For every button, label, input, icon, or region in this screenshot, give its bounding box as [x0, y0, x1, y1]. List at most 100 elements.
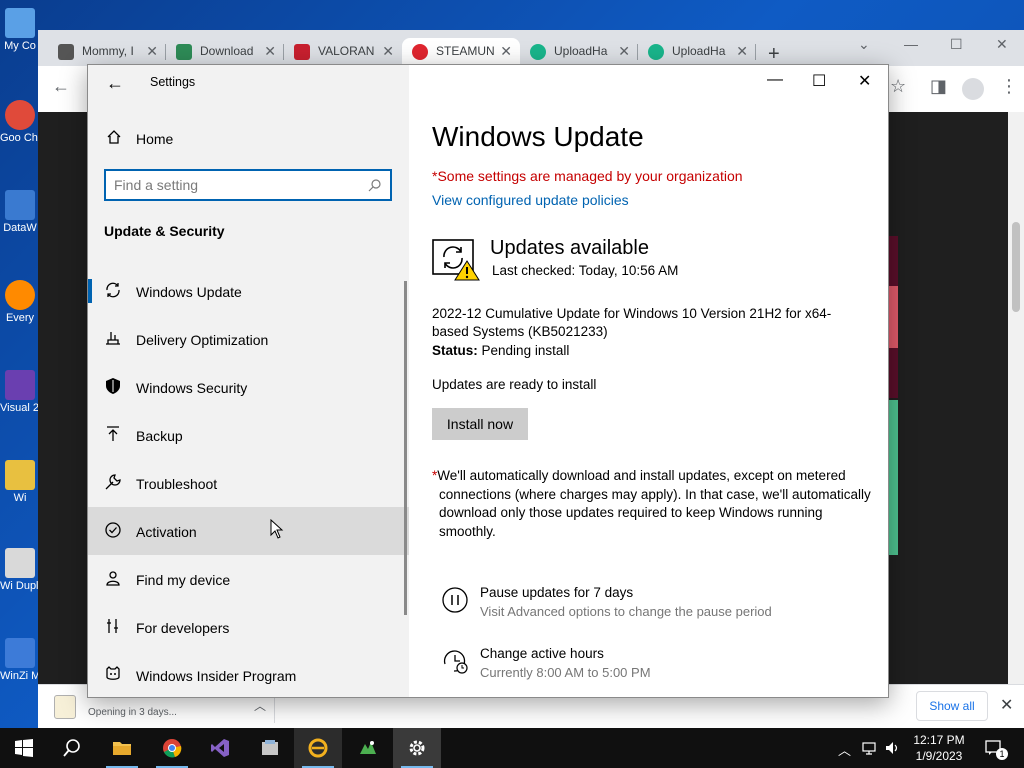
- nav-item-label: Backup: [136, 428, 183, 444]
- chrome-icon: [5, 100, 35, 130]
- desktop-icon-chrome[interactable]: Goo Chro: [0, 100, 40, 145]
- nav-item-find-my-device[interactable]: Find my device: [88, 555, 409, 603]
- close-icon[interactable]: ✕: [1000, 695, 1013, 715]
- winzip-icon: [5, 638, 35, 668]
- update-status: Status: Pending install: [432, 343, 569, 358]
- network-icon[interactable]: [862, 740, 878, 756]
- start-button[interactable]: [0, 728, 48, 768]
- taskbar-file-explorer[interactable]: [98, 728, 146, 768]
- page-scrollbar[interactable]: [1008, 112, 1024, 684]
- chrome-icon: [163, 739, 182, 758]
- computer-icon: [5, 8, 35, 38]
- download-status: Opening in 3 days...: [88, 707, 177, 718]
- taskbar-chrome[interactable]: [148, 728, 196, 768]
- internet-explorer-icon: [308, 738, 328, 758]
- desktop-icon-winzip[interactable]: WinZi Mar: [0, 638, 40, 683]
- nav-item-windows-insider[interactable]: Windows Insider Program: [88, 651, 409, 697]
- wrench-icon: [105, 474, 121, 490]
- minimize-icon[interactable]: —: [767, 71, 783, 89]
- browser-tab[interactable]: UploadHa ✕: [520, 38, 638, 66]
- nav-item-label: Find my device: [136, 572, 231, 588]
- browser-tab[interactable]: Download ✕: [166, 38, 284, 66]
- browser-tab[interactable]: UploadHa ✕: [638, 38, 756, 66]
- profile-avatar-icon[interactable]: [962, 78, 984, 100]
- nav-item-for-developers[interactable]: For developers: [88, 603, 409, 651]
- nav-item-label: For developers: [136, 620, 230, 636]
- clock-time: 12:17 PM: [913, 733, 965, 747]
- taskbar-settings[interactable]: [393, 728, 441, 768]
- bookmark-star-icon[interactable]: ☆: [890, 76, 906, 97]
- app-manager-icon: [262, 740, 278, 755]
- browser-tab[interactable]: Mommy, I ✕: [48, 38, 166, 66]
- tab-title: STEAMUN: [436, 44, 495, 58]
- taskbar-internet-explorer[interactable]: [294, 728, 342, 768]
- chevron-down-icon[interactable]: ⌄: [858, 36, 870, 53]
- browser-tab[interactable]: VALORAN ✕: [284, 38, 402, 66]
- status-value: Pending install: [481, 343, 570, 358]
- app-icon: [5, 190, 35, 220]
- desktop-icon-label: Every: [5, 312, 35, 324]
- taskbar-app-manager[interactable]: [246, 728, 294, 768]
- setting-search-box[interactable]: [104, 169, 392, 201]
- close-icon[interactable]: ✕: [996, 36, 1008, 53]
- favicon-icon: [58, 44, 74, 60]
- back-arrow-icon[interactable]: ←: [106, 73, 124, 94]
- search-app-icon: [5, 280, 35, 310]
- close-tab-icon[interactable]: ✕: [146, 38, 158, 64]
- desktop-icon-everything[interactable]: Every: [0, 280, 40, 325]
- search-input[interactable]: [114, 176, 364, 194]
- browser-tab-active[interactable]: STEAMUN ✕: [402, 38, 520, 66]
- chevron-up-icon[interactable]: ︿: [254, 697, 266, 714]
- nav-item-troubleshoot[interactable]: Troubleshoot: [88, 459, 409, 507]
- duplicate-icon: [5, 548, 35, 578]
- desktop-icon-my-computer[interactable]: My Co: [0, 8, 40, 53]
- view-policies-link[interactable]: View configured update policies: [432, 192, 629, 208]
- close-tab-icon[interactable]: ✕: [382, 38, 394, 64]
- volume-icon[interactable]: [885, 740, 901, 756]
- active-hours-option[interactable]: Change active hours Currently 8:00 AM to…: [442, 646, 862, 690]
- search-icon: [368, 179, 381, 192]
- note-text: We'll automatically download and install…: [437, 468, 871, 539]
- nav-item-windows-security[interactable]: Windows Security: [88, 363, 409, 411]
- desktop-icon-winrar[interactable]: Wi: [0, 460, 40, 505]
- side-panel-icon[interactable]: ◨: [930, 76, 947, 97]
- close-tab-icon[interactable]: ✕: [618, 38, 630, 64]
- close-tab-icon[interactable]: ✕: [264, 38, 276, 64]
- desktop-icon-label: Wi: [13, 492, 27, 504]
- taskbar-game-app[interactable]: [344, 728, 392, 768]
- close-tab-icon[interactable]: ✕: [500, 38, 512, 64]
- clock-date: 1/9/2023: [915, 749, 963, 763]
- insider-icon: [106, 666, 120, 680]
- more-menu-icon[interactable]: ⋮: [1000, 76, 1018, 97]
- nav-item-backup[interactable]: Backup: [88, 411, 409, 459]
- nav-home[interactable]: Home: [88, 123, 409, 155]
- favicon-icon: [176, 44, 192, 60]
- close-icon[interactable]: ✕: [858, 71, 871, 91]
- show-all-button[interactable]: Show all: [916, 691, 988, 721]
- nav-item-windows-update[interactable]: Windows Update: [88, 267, 409, 315]
- update-name: 2022-12 Cumulative Update for Windows 10…: [432, 306, 832, 339]
- desktop-icon-visual-studio[interactable]: Visual 20: [0, 370, 40, 415]
- nav-item-activation[interactable]: Activation: [88, 507, 409, 555]
- nav-item-label: Windows Security: [136, 380, 248, 396]
- desktop-icon-duplicate-finder[interactable]: Wi Duplic: [0, 548, 40, 593]
- desktop-icon-label: WinZi Mar: [0, 670, 40, 682]
- system-clock[interactable]: 12:17 PM 1/9/2023: [906, 732, 972, 764]
- chevron-up-icon[interactable]: ︿: [838, 740, 854, 758]
- visual-studio-icon: [211, 739, 229, 757]
- desktop-icon-label: Goo Chro: [0, 132, 40, 144]
- desktop-icon-datawrapper[interactable]: DataW: [0, 190, 40, 235]
- taskbar-visual-studio[interactable]: [196, 728, 244, 768]
- taskbar-search[interactable]: [48, 728, 96, 768]
- pause-updates-option[interactable]: Pause updates for 7 days Visit Advanced …: [442, 585, 862, 629]
- maximize-icon[interactable]: ☐: [812, 71, 826, 91]
- install-now-button[interactable]: Install now: [432, 408, 528, 440]
- nav-scrollbar[interactable]: [404, 281, 407, 615]
- minimize-icon[interactable]: —: [904, 36, 918, 52]
- back-arrow-icon[interactable]: ←: [52, 76, 70, 97]
- new-tab-button[interactable]: +: [768, 44, 780, 64]
- nav-item-delivery-optimization[interactable]: Delivery Optimization: [88, 315, 409, 363]
- maximize-icon[interactable]: ☐: [950, 36, 963, 53]
- status-heading: Updates available: [490, 237, 649, 259]
- close-tab-icon[interactable]: ✕: [736, 38, 748, 64]
